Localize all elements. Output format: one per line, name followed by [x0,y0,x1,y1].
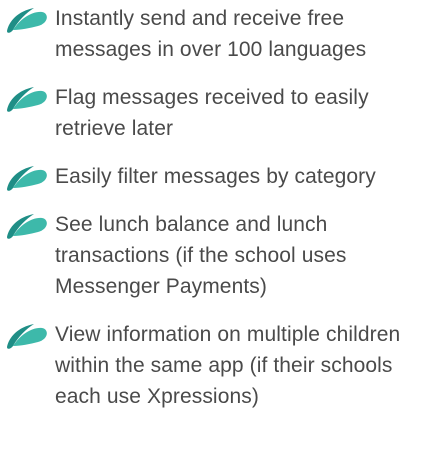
feature-list: Instantly send and receive free messages… [0,3,434,412]
feature-item-5: View information on multiple children wi… [0,319,434,412]
feature-item-4: See lunch balance and lunch transactions… [0,209,434,302]
swoosh-icon [7,166,47,191]
feature-text: Flag messages received to easily retriev… [55,86,369,140]
feature-item-2: Flag messages received to easily retriev… [0,82,434,144]
swoosh-icon [7,8,47,33]
feature-item-3: Easily filter messages by category [0,161,434,192]
feature-text: Instantly send and receive free messages… [55,7,367,61]
feature-text: See lunch balance and lunch transactions… [55,213,347,298]
feature-text: Easily filter messages by category [55,165,376,188]
swoosh-icon [7,214,47,239]
swoosh-icon [7,324,47,349]
feature-item-1: Instantly send and receive free messages… [0,3,434,65]
swoosh-icon [7,87,47,112]
feature-text: View information on multiple children wi… [55,323,401,408]
